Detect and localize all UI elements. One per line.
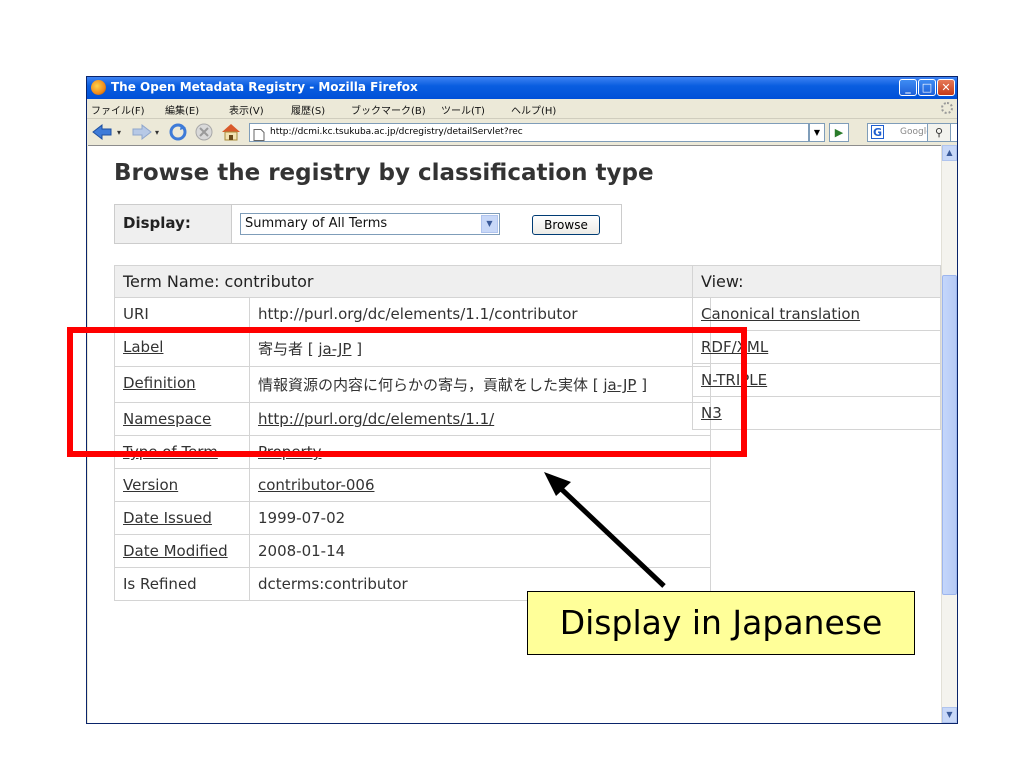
scroll-down-icon[interactable]: ▼ xyxy=(942,707,957,723)
select-arrow-icon[interactable]: ▼ xyxy=(481,215,498,233)
version-link[interactable]: contributor-006 xyxy=(258,476,374,494)
title-bar[interactable]: The Open Metadata Registry - Mozilla Fir… xyxy=(87,77,957,99)
row-value-date-issued: 1999-07-02 xyxy=(249,501,711,535)
table-row: URI http://purl.org/dc/elements/1.1/cont… xyxy=(114,297,711,331)
row-value-uri: http://purl.org/dc/elements/1.1/contribu… xyxy=(249,297,711,331)
forward-dropdown-icon[interactable]: ▾ xyxy=(155,128,159,146)
search-icon: ⚲ xyxy=(934,126,944,139)
menu-bar: ファイル(F) 編集(E) 表示(V) 履歴(S) ブックマーク(B) ツール(… xyxy=(87,99,957,119)
menu-help[interactable]: ヘルプ(H) xyxy=(511,102,556,117)
table-row: Date Modified 2008-01-14 xyxy=(114,534,711,568)
minimize-button[interactable]: _ xyxy=(899,79,917,96)
display-select[interactable]: Summary of All Terms ▼ xyxy=(240,213,500,235)
display-controls: Summary of All Terms ▼ Browse xyxy=(232,204,622,244)
highlight-box xyxy=(67,327,747,457)
view-link-canonical[interactable]: Canonical translation xyxy=(701,305,860,323)
go-icon: ▶ xyxy=(834,126,844,139)
close-button[interactable]: ✕ xyxy=(937,79,955,96)
row-label-version-link[interactable]: Version xyxy=(123,476,178,494)
callout-label: Display in Japanese xyxy=(527,591,915,655)
menu-edit[interactable]: 編集(E) xyxy=(165,102,199,117)
forward-icon[interactable] xyxy=(129,123,153,141)
scroll-thumb[interactable] xyxy=(942,275,957,595)
menu-bookmarks[interactable]: ブックマーク(B) xyxy=(351,102,426,117)
reload-icon[interactable] xyxy=(167,123,189,141)
page-icon xyxy=(253,129,265,141)
view-header: View: xyxy=(692,265,941,298)
menu-history[interactable]: 履歴(S) xyxy=(291,102,325,117)
menu-file[interactable]: ファイル(F) xyxy=(91,102,145,117)
display-label: Display: xyxy=(114,204,232,244)
search-button[interactable]: ⚲ xyxy=(927,123,951,142)
term-name-header: Term Name: contributor xyxy=(114,265,711,298)
row-label-date-issued-link[interactable]: Date Issued xyxy=(123,509,212,527)
url-input[interactable]: http://dcmi.kc.tsukuba.ac.jp/dcregistry/… xyxy=(249,123,809,142)
url-history-dropdown[interactable]: ▼ xyxy=(809,123,825,142)
back-dropdown-icon[interactable]: ▾ xyxy=(117,128,121,146)
navigation-toolbar: ▾ ▾ http://dcmi.kc.tsukuba.ac.jp/dcregis… xyxy=(87,119,957,145)
table-row: Date Issued 1999-07-02 xyxy=(114,501,711,535)
page: { "window": { "title": "The Open Metadat… xyxy=(0,0,1024,768)
search-engine-icon[interactable]: G xyxy=(871,125,884,139)
go-button[interactable]: ▶ xyxy=(829,123,849,142)
back-icon[interactable] xyxy=(91,123,115,141)
row-label-date-modified-link[interactable]: Date Modified xyxy=(123,542,228,560)
table-row: Version contributor-006 xyxy=(114,468,711,502)
maximize-button[interactable]: □ xyxy=(918,79,936,96)
scroll-up-icon[interactable]: ▲ xyxy=(942,145,957,161)
row-label-uri: URI xyxy=(114,297,250,331)
menu-view[interactable]: 表示(V) xyxy=(229,102,264,117)
vertical-scrollbar[interactable]: ▲ ▼ xyxy=(941,145,957,723)
throbber-icon xyxy=(941,102,953,114)
menu-tools[interactable]: ツール(T) xyxy=(441,102,485,117)
page-heading: Browse the registry by classification ty… xyxy=(114,160,654,186)
row-value-date-modified: 2008-01-14 xyxy=(249,534,711,568)
browse-button[interactable]: Browse xyxy=(532,215,600,235)
firefox-icon xyxy=(91,80,106,95)
window-title: The Open Metadata Registry - Mozilla Fir… xyxy=(111,80,418,94)
row-label-is-refined: Is Refined xyxy=(114,567,250,601)
stop-icon[interactable] xyxy=(193,123,215,141)
display-select-value: Summary of All Terms xyxy=(245,216,388,231)
home-icon[interactable] xyxy=(219,123,243,141)
